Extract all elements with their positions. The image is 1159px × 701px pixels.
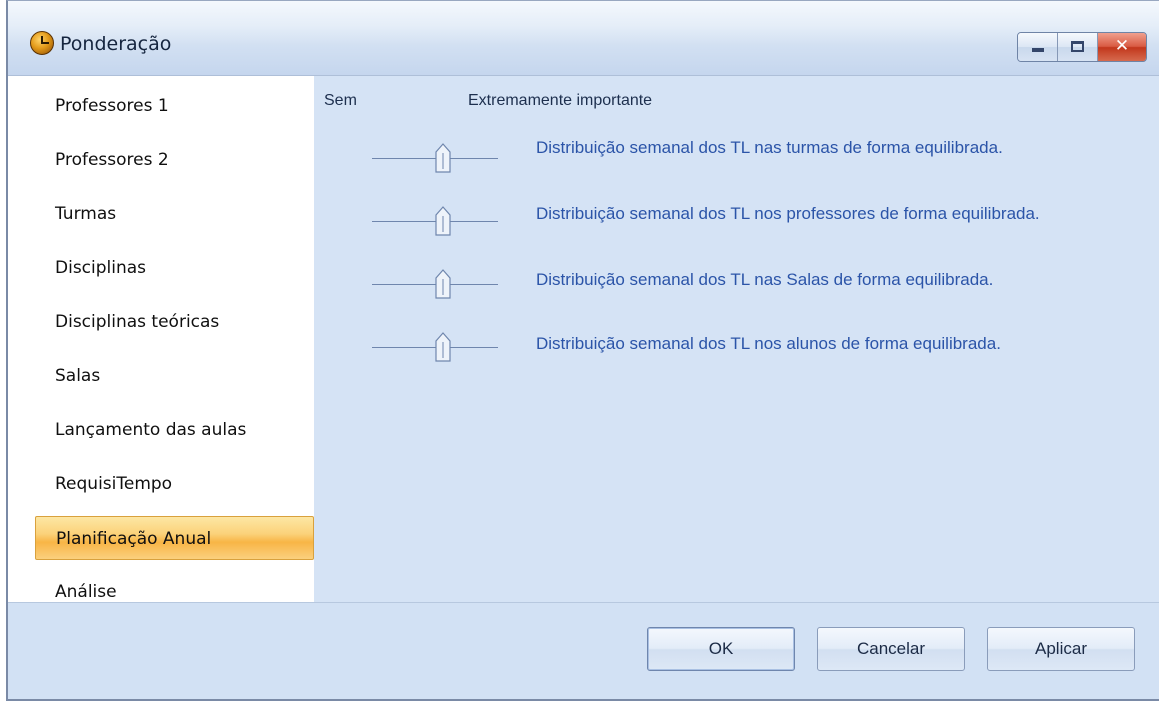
weight-row-label: Distribuição semanal dos TL nas Salas de… [536,270,994,289]
scale-min-label: Sem [324,92,357,109]
slider-thumb-icon[interactable] [435,206,451,236]
close-button[interactable]: ✕ [1098,33,1146,61]
cancel-button[interactable]: Cancelar [817,627,965,671]
weight-slider[interactable] [372,265,498,305]
weight-row-label: Distribuição semanal dos TL nas turmas d… [536,138,1003,157]
sidebar-item-professores-1[interactable]: Professores 1 [35,84,314,128]
sidebar-item-requisitempo[interactable]: RequisiTempo [35,462,314,506]
dialog-footer: OK Cancelar Aplicar [8,602,1159,699]
apply-button[interactable]: Aplicar [987,627,1135,671]
weight-slider[interactable] [372,202,498,242]
dialog-window: Ponderação ✕ Professores 1 Professores 2… [6,0,1159,701]
minimize-button[interactable] [1018,33,1058,61]
minimize-icon [1032,48,1044,52]
weights-panel: Sem Extremamente importante Distribuição… [314,76,1159,602]
slider-thumb-icon[interactable] [435,143,451,173]
sidebar-item-analise[interactable]: Análise [35,570,314,602]
sidebar-item-salas[interactable]: Salas [35,354,314,398]
maximize-button[interactable] [1058,33,1098,61]
weight-row-label: Distribuição semanal dos TL nos professo… [536,204,1040,223]
weight-row-label: Distribuição semanal dos TL nos alunos d… [536,334,1001,353]
window-title: Ponderação [60,33,172,55]
sidebar-item-disciplinas[interactable]: Disciplinas [35,246,314,290]
sidebar-item-disciplinas-teoricas[interactable]: Disciplinas teóricas [35,300,314,344]
app-clock-icon [30,31,54,55]
slider-thumb-icon[interactable] [435,332,451,362]
window-controls: ✕ [1017,32,1147,62]
slider-thumb-icon[interactable] [435,269,451,299]
scale-max-label: Extremamente importante [468,92,653,109]
weight-slider[interactable] [372,328,498,368]
close-icon: ✕ [1114,36,1130,56]
ok-button[interactable]: OK [647,627,795,671]
sidebar-item-turmas[interactable]: Turmas [35,192,314,236]
title-bar[interactable]: Ponderação ✕ [8,1,1159,76]
maximize-icon [1071,41,1084,52]
sidebar-item-professores-2[interactable]: Professores 2 [35,138,314,182]
sidebar-item-planificacao-anual[interactable]: Planificação Anual [35,516,314,560]
sidebar-item-lancamento-das-aulas[interactable]: Lançamento das aulas [35,408,314,452]
weight-slider[interactable] [372,139,498,179]
category-sidebar: Professores 1 Professores 2 Turmas Disci… [8,76,314,602]
